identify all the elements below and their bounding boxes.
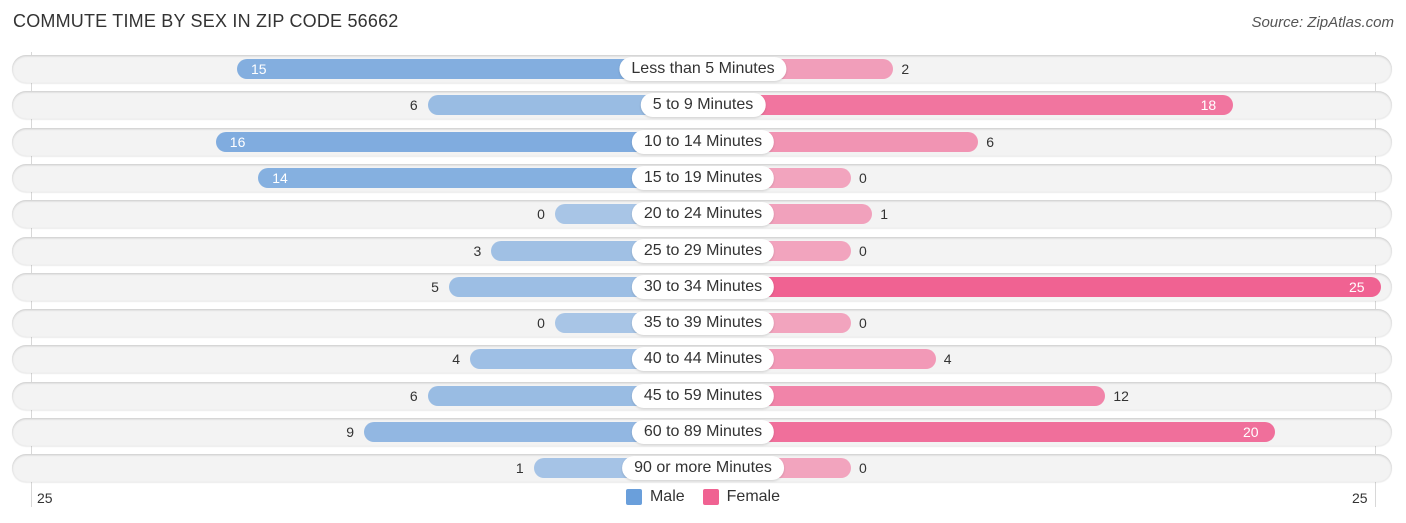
bar-male[interactable] [215, 131, 703, 152]
category-label: 40 to 44 Minutes [631, 347, 775, 372]
bar-female[interactable] [703, 276, 1381, 297]
legend-label-female: Female [726, 488, 781, 505]
value-label-female: 0 [859, 460, 867, 477]
category-label: 20 to 24 Minutes [631, 202, 775, 227]
legend-label-male: Male [649, 488, 685, 505]
value-label-female: 0 [859, 315, 867, 332]
bar-female[interactable] [703, 95, 1233, 116]
value-label-female: 0 [859, 242, 867, 259]
value-label-female: 4 [943, 351, 952, 368]
category-label: 5 to 9 Minutes [640, 93, 766, 118]
value-label-male: 4 [452, 351, 461, 368]
category-label: 25 to 29 Minutes [631, 238, 775, 263]
value-label-male: 0 [537, 315, 545, 332]
category-label: 15 to 19 Minutes [631, 165, 775, 190]
legend-item-male[interactable]: Male [625, 488, 685, 506]
value-label-male: 16 [229, 133, 246, 150]
value-label-male: 9 [346, 424, 355, 440]
category-label: 60 to 89 Minutes [631, 420, 775, 444]
category-label: 45 to 59 Minutes [631, 383, 775, 408]
value-label-female: 20 [1243, 424, 1259, 440]
value-label-female: 6 [986, 133, 994, 150]
chart-title: COMMUTE TIME BY SEX IN ZIP CODE 56662 [13, 11, 399, 31]
value-label-male: 14 [272, 169, 288, 186]
value-label-female: 0 [859, 169, 867, 186]
category-label: Less than 5 Minutes [619, 57, 787, 81]
value-label-female: 12 [1113, 387, 1129, 404]
value-label-male: 3 [473, 242, 482, 259]
legend-swatch-female [702, 489, 719, 505]
category-label: 30 to 34 Minutes [631, 274, 775, 299]
value-label-male: 15 [251, 61, 267, 77]
source-label: Source: ZipAtlas.com [1251, 14, 1394, 31]
value-label-male: 5 [431, 278, 439, 295]
chart-root: COMMUTE TIME BY SEX IN ZIP CODE 56662 So… [0, 0, 1406, 523]
legend-item-female[interactable]: Female [702, 488, 781, 506]
value-label-male: 0 [537, 206, 545, 223]
value-label-male: 6 [409, 97, 418, 114]
value-label-female: 1 [880, 206, 888, 223]
category-label: 35 to 39 Minutes [631, 311, 775, 336]
category-label: 10 to 14 Minutes [631, 129, 775, 154]
value-label-female: 25 [1349, 278, 1365, 295]
legend-swatch-male [625, 489, 642, 505]
value-label-male: 6 [409, 387, 418, 404]
category-label: 90 or more Minutes [622, 456, 784, 481]
bar-female[interactable] [703, 422, 1275, 442]
value-label-male: 1 [515, 460, 524, 477]
legend: Male Female [0, 488, 1406, 506]
value-label-female: 2 [901, 61, 910, 77]
value-label-female: 18 [1200, 97, 1217, 114]
